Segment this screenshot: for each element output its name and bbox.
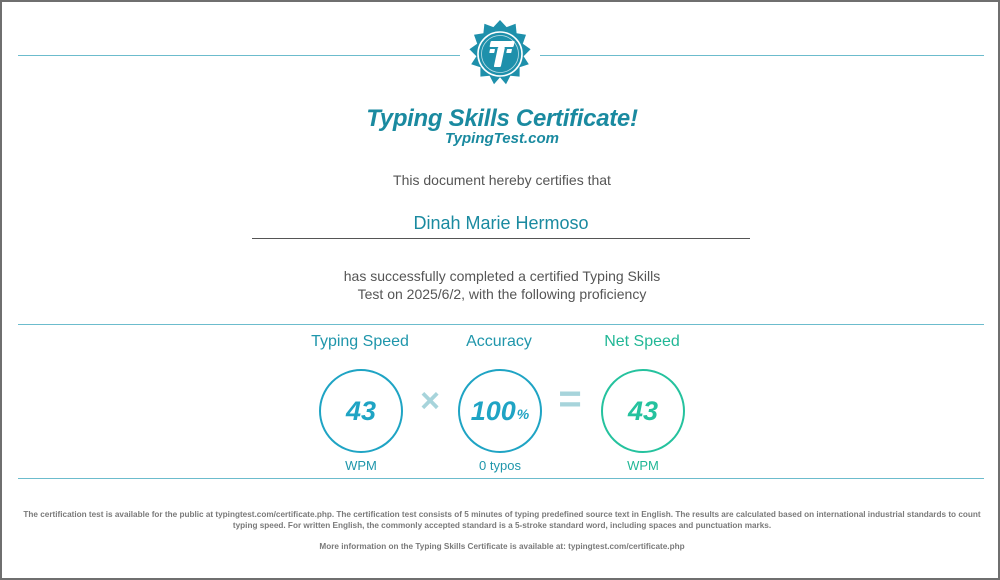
accuracy-typos: 0 typos [479,458,521,473]
certificate-title: Typing Skills Certificate! [366,105,638,132]
accuracy-circle: 100% [458,369,542,453]
metrics-bottom-divider [18,478,984,479]
completion-line-2: Test on 2025/6/2, with the following pro… [357,286,647,302]
certification-disclaimer: The certification test is available for … [23,510,981,530]
certifies-text: This document hereby certifies that [393,172,611,188]
accuracy-value: 100 [470,395,516,426]
net-speed-circle: 43 [601,369,685,453]
certificate-frame: Typing Skills Certificate! TypingTest.co… [0,0,1000,580]
typing-speed-unit: WPM [345,458,377,473]
net-speed-value: 43 [627,395,659,426]
certificate-subtitle: TypingTest.com [445,130,559,147]
accuracy-percent-sign: % [516,406,530,422]
multiply-icon: × [420,382,440,420]
typing-speed-circle: 43 [319,369,403,453]
net-speed-label: Net Speed [604,333,680,350]
metrics-top-divider [18,324,984,325]
more-info-text: More information on the Typing Skills Ce… [319,542,685,551]
typing-speed-value: 43 [345,395,377,426]
completion-line-1: has successfully completed a certified T… [343,268,661,284]
net-speed-unit: WPM [627,458,659,473]
equals-icon: = [558,377,582,421]
recipient-name: Dinah Marie Hermoso [252,213,750,239]
seal-logo-icon [460,18,540,94]
completion-statement: has successfully completed a certified T… [302,267,702,303]
